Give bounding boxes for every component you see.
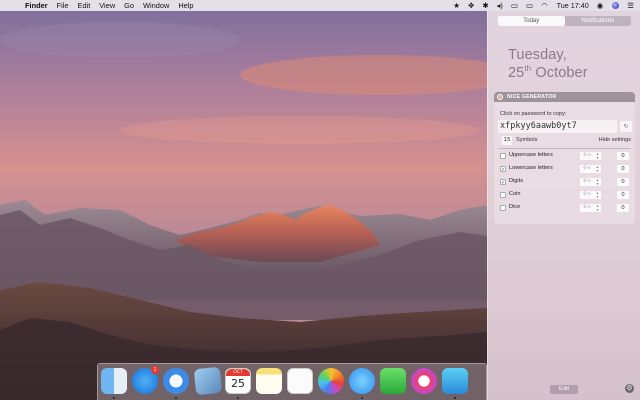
date-suffix: th (524, 64, 532, 73)
menu-go[interactable]: Go (124, 0, 134, 11)
messages-icon[interactable] (349, 368, 375, 394)
notes-icon[interactable] (256, 368, 282, 394)
option-label: Dice (509, 204, 521, 210)
airplay-icon[interactable]: ▭ (511, 0, 518, 11)
symbols-label: Symbols (516, 137, 538, 143)
facetime-icon[interactable] (380, 368, 406, 394)
option-coin: Coin 0-n ▴ ▾ 0 (500, 190, 631, 200)
option-label: Uppercase letters (509, 152, 553, 158)
count-field[interactable]: 0 (617, 204, 629, 212)
digits-checkbox[interactable]: ✓ (500, 178, 506, 186)
stepper[interactable]: ▴ ▾ (594, 204, 601, 212)
dropbox-icon[interactable]: ✥ (468, 0, 474, 11)
bluetooth-icon[interactable]: ✱ (482, 0, 488, 11)
menu-window[interactable]: Window (143, 0, 169, 11)
dice-checkbox[interactable] (500, 204, 506, 211)
menu-bar: Finder File Edit View Go Window Help ★ ✥… (0, 0, 640, 11)
option-lowercase: ✓ Lowercase letters 0-n ▴ ▾ 0 (500, 164, 631, 174)
volume-icon[interactable]: ◂) (497, 0, 503, 11)
calendar-month: OCT (226, 369, 250, 376)
nice-generator-icon (497, 94, 503, 100)
menu-clock[interactable]: Tue 17:40 (557, 0, 589, 11)
running-indicator (237, 397, 239, 399)
edit-button[interactable]: Edit (550, 385, 578, 394)
option-label: Digits (509, 178, 523, 184)
reminders-icon[interactable] (287, 368, 313, 394)
range-selector[interactable]: 0-n (580, 178, 594, 186)
widget-title: NICE GENERATOR (507, 94, 557, 100)
app-store-badge: 1 (151, 366, 159, 374)
gear-icon[interactable]: ⚙ (625, 384, 634, 393)
notification-center-panel: Today Notifications Tuesday, 25th Octobe… (487, 11, 640, 400)
calendar-day: 25 (231, 377, 245, 390)
password-output[interactable]: xfpkyy6aawb0yt7 (498, 120, 617, 133)
finder-icon[interactable] (101, 368, 127, 394)
nc-tab-bar: Today Notifications (498, 16, 631, 26)
stepper[interactable]: ▴ ▾ (594, 165, 601, 173)
stepper[interactable]: ▴ ▾ (594, 191, 601, 199)
option-label: Lowercase letters (509, 165, 553, 171)
running-indicator (454, 397, 456, 399)
coin-checkbox[interactable] (500, 191, 506, 198)
menu-help[interactable]: Help (178, 0, 193, 11)
status-area: ★ ✥ ✱ ◂) ▭ ▭ ◠ Tue 17:40 ◉ ☰ (445, 0, 634, 11)
tab-today[interactable]: Today (498, 16, 565, 26)
option-label: Coin (509, 191, 521, 197)
calendar-icon[interactable]: OCT 25 (225, 368, 251, 394)
count-field[interactable]: 0 (617, 178, 629, 186)
count-field[interactable]: 0 (617, 191, 629, 199)
date-month: October (535, 65, 588, 81)
flag-icon[interactable]: ★ (453, 0, 460, 11)
tweetbot-icon[interactable] (442, 368, 468, 394)
nice-generator-widget: NICE GENERATOR Click on password to copy… (494, 92, 635, 224)
running-indicator (175, 397, 177, 399)
lowercase-checkbox[interactable]: ✓ (500, 165, 506, 173)
count-field[interactable]: 0 (617, 165, 629, 173)
hide-settings-link[interactable]: Hide settings (599, 137, 631, 143)
uppercase-checkbox[interactable] (500, 152, 506, 159)
running-indicator (361, 397, 363, 399)
option-dice: Dice 0-n ▴ ▾ 0 (500, 203, 631, 213)
menu-app-name[interactable]: Finder (25, 0, 48, 11)
range-selector[interactable]: 0-n (580, 204, 594, 212)
count-field[interactable]: 0 (617, 152, 629, 160)
today-weekday: Tuesday, (508, 47, 567, 63)
menu-file[interactable]: File (57, 0, 69, 11)
wifi-icon[interactable]: ◠ (541, 0, 548, 11)
notification-center-icon[interactable]: ☰ (627, 0, 634, 11)
stepper[interactable]: ▴ ▾ (594, 152, 601, 160)
menu-view[interactable]: View (99, 0, 115, 11)
photos-icon[interactable] (318, 368, 344, 394)
widget-divider (498, 148, 631, 149)
copy-hint: Click on password to copy: (500, 111, 567, 117)
dock: 1 OCT 25 (97, 363, 487, 400)
stepper[interactable]: ▴ ▾ (594, 178, 601, 186)
menu-edit[interactable]: Edit (78, 0, 91, 11)
range-selector[interactable]: 0-n (580, 165, 594, 173)
user-icon[interactable]: ◉ (597, 0, 604, 11)
siri-icon[interactable] (612, 2, 620, 9)
range-selector[interactable]: 0-n (580, 152, 594, 160)
date-day: 25 (508, 65, 525, 81)
preview-icon[interactable] (193, 366, 223, 396)
itunes-icon[interactable] (411, 368, 437, 394)
option-uppercase: Uppercase letters 0-n ▴ ▾ 0 (500, 151, 631, 161)
tab-notifications[interactable]: Notifications (565, 16, 632, 26)
length-field[interactable]: 15 (502, 136, 512, 145)
option-digits: ✓ Digits 0-n ▴ ▾ 0 (500, 177, 631, 187)
running-indicator (113, 397, 115, 399)
today-date: 25th October (508, 64, 588, 81)
regenerate-button[interactable]: ↻ (620, 121, 632, 132)
safari-icon[interactable] (163, 368, 189, 394)
range-selector[interactable]: 0-n (580, 191, 594, 199)
widget-header: NICE GENERATOR (494, 92, 635, 102)
battery-icon[interactable]: ▭ (526, 0, 533, 11)
